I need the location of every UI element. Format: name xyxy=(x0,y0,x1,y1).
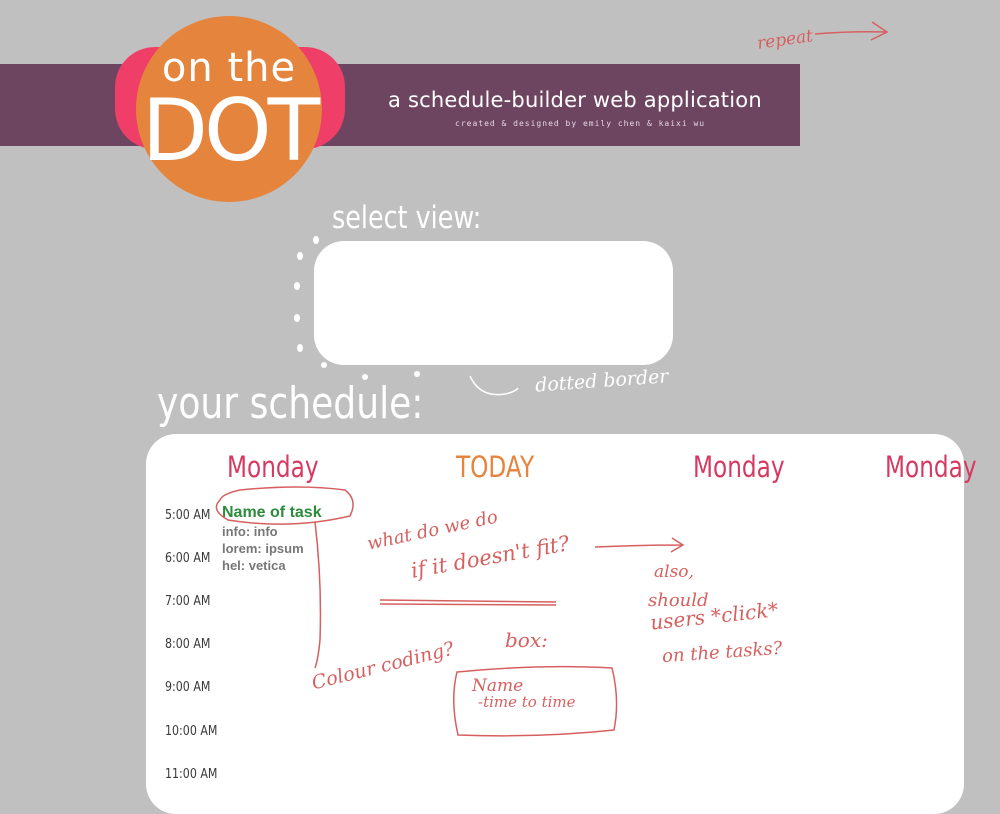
logo-main-text: DOT xyxy=(141,81,320,181)
schedule-label: your schedule: xyxy=(157,378,424,429)
time-slot: 11:00 AM xyxy=(165,767,218,782)
time-slot: 8:00 AM xyxy=(165,637,211,652)
annotation-repeat: repeat xyxy=(755,26,815,54)
task-detail: lorem: ipsum xyxy=(222,541,304,556)
task-detail: hel: vetica xyxy=(222,558,286,573)
app-logo[interactable]: on the DOT xyxy=(136,16,322,202)
day-column-today[interactable]: TODAY xyxy=(456,450,534,484)
repeat-arrow xyxy=(814,21,889,41)
time-slot: 7:00 AM xyxy=(165,594,211,609)
view-selector-box[interactable] xyxy=(314,241,673,365)
annotation-box: box: xyxy=(505,628,548,652)
annotation-also-1: also, xyxy=(654,562,694,582)
day-column-1[interactable]: Monday xyxy=(227,450,319,484)
app-tagline: a schedule-builder web application xyxy=(388,88,762,112)
time-slot: 5:00 AM xyxy=(165,508,211,523)
time-slot: 9:00 AM xyxy=(165,680,211,695)
select-view-label: select view: xyxy=(332,200,482,236)
annotation-box-time: -time to time xyxy=(478,693,576,711)
task-name[interactable]: Name of task xyxy=(222,504,322,522)
time-slot: 10:00 AM xyxy=(165,724,218,739)
dotted-border-pointer xyxy=(469,375,519,396)
day-column-4[interactable]: Monday xyxy=(885,450,977,484)
task-detail: info: info xyxy=(222,524,278,539)
annotation-dotted-border: dotted border xyxy=(534,365,670,397)
app-credit: created & designed by emily chen & kaixi… xyxy=(455,119,706,128)
schedule-panel xyxy=(146,434,964,814)
day-column-3[interactable]: Monday xyxy=(693,450,785,484)
time-slot: 6:00 AM xyxy=(165,551,211,566)
